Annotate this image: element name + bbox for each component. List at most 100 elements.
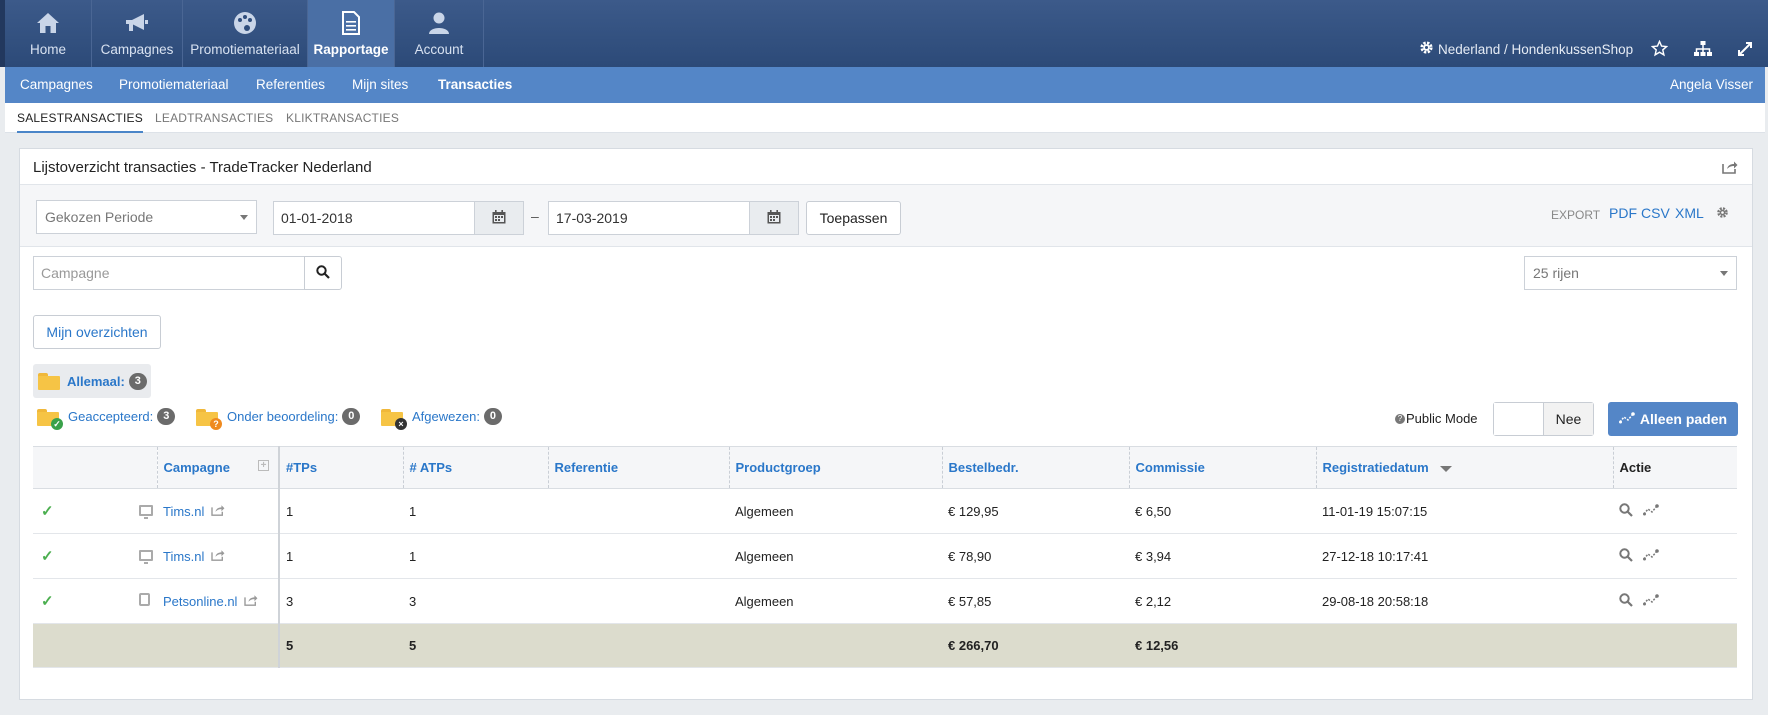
external-link-icon[interactable]: [211, 549, 225, 564]
help-icon: ?: [1395, 413, 1405, 424]
table-row: ✓ Petsonline.nl 3 3 Algemeen € 57,85 € 2,12 29-…: [33, 578, 1737, 624]
campaign-search-input[interactable]: Campagne: [33, 256, 305, 290]
path-icon[interactable]: [1643, 593, 1659, 609]
share-icon[interactable]: [1722, 160, 1738, 177]
sort-desc-icon[interactable]: [1440, 465, 1453, 472]
check-icon: ✓: [41, 548, 54, 565]
campaign-link[interactable]: Tims.nl: [163, 549, 204, 564]
col-bestelbedr[interactable]: Bestelbedr.: [941, 446, 1129, 489]
nav-campagnes-label: Campagnes: [100, 42, 174, 57]
public-mode-text: Public Mode: [1406, 411, 1478, 426]
panel-header: Lijstoverzicht transacties - TradeTracke…: [20, 149, 1752, 185]
action-cell: [1613, 533, 1737, 579]
status-all[interactable]: Allemaal: 3: [33, 364, 151, 398]
export-settings-icon[interactable]: [1716, 206, 1729, 222]
tab-kliktransacties[interactable]: KLIKTRANSACTIES: [286, 111, 399, 125]
nav-campagnes[interactable]: Campagnes: [92, 0, 183, 67]
search-icon[interactable]: [1619, 592, 1633, 610]
campaign-cell: Tims.nl: [157, 533, 280, 579]
star-icon[interactable]: [1651, 40, 1668, 57]
export-pdf-link[interactable]: PDF: [1609, 205, 1637, 221]
amount-cell: € 129,95: [942, 488, 1129, 534]
external-link-icon[interactable]: [211, 504, 225, 519]
tab-salestransacties[interactable]: SALESTRANSACTIES: [17, 111, 143, 133]
search-button[interactable]: [304, 256, 342, 290]
subnav-transacties[interactable]: Transacties: [438, 77, 512, 92]
status-pending[interactable]: ? Onder beoordeling: 0: [196, 408, 361, 430]
chevron-down-icon: [1720, 271, 1728, 276]
col-referentie[interactable]: Referentie: [547, 446, 729, 489]
check-icon: ✓: [41, 503, 54, 520]
expand-icon[interactable]: +: [258, 460, 269, 471]
atps-cell: 1: [403, 488, 548, 534]
nav-home[interactable]: Home: [5, 0, 92, 67]
nav-rapportage[interactable]: Rapportage: [308, 0, 395, 67]
subnav-promotiemateriaal[interactable]: Promotiemateriaal: [119, 77, 229, 92]
status-accepted[interactable]: ✓ Geaccepteerd: 3: [37, 408, 176, 430]
palette-icon: [233, 8, 257, 38]
calendar-to-button[interactable]: [749, 201, 799, 235]
subnav-referenties[interactable]: Referenties: [256, 77, 325, 92]
productgroup-cell: Algemeen: [729, 488, 942, 534]
status-accepted-label: Geaccepteerd:: [68, 409, 154, 424]
tps-cell: 1: [279, 488, 403, 534]
export-xml-link[interactable]: XML: [1675, 205, 1704, 221]
reference-cell: [548, 533, 729, 579]
status-all-label: Allemaal:: [67, 373, 125, 389]
public-mode-toggle[interactable]: Nee: [1493, 402, 1594, 436]
date-cell: 11-01-19 15:07:15: [1316, 488, 1613, 534]
period-select[interactable]: Gekozen Periode: [36, 200, 257, 234]
site-selector[interactable]: Nederland / HondenkussenShop: [1419, 40, 1633, 58]
search-icon[interactable]: [1619, 547, 1633, 565]
col-campagne[interactable]: Campagne +: [156, 446, 280, 489]
tablet-icon: [139, 593, 150, 606]
path-icon[interactable]: [1643, 503, 1659, 519]
totals-row: 5 5 € 266,70 € 12,56: [33, 623, 1737, 668]
calendar-from-button[interactable]: [474, 201, 524, 235]
date-to-input[interactable]: 17-03-2019: [548, 201, 750, 235]
desktop-icon: [139, 549, 153, 564]
col-registratiedatum[interactable]: Registratiedatum: [1315, 446, 1613, 489]
device-cell: [133, 578, 157, 624]
external-link-icon[interactable]: [244, 594, 258, 609]
transactions-table: Campagne + #TPs # ATPs Referentie Produc…: [33, 446, 1737, 668]
commission-cell: € 3,94: [1129, 533, 1316, 579]
folder-rejected-icon: ×: [381, 408, 407, 430]
commission-cell: € 6,50: [1129, 488, 1316, 534]
nav-account[interactable]: Account: [395, 0, 484, 67]
status-rejected[interactable]: × Afgewezen: 0: [381, 408, 502, 430]
folder-icon: [38, 373, 60, 390]
nav-promotiemateriaal-label: Promotiemateriaal: [190, 42, 300, 57]
status-pending-label: Onder beoordeling:: [227, 409, 339, 424]
total-tps: 5: [279, 623, 403, 668]
date-from-input[interactable]: 01-01-2018: [273, 201, 475, 235]
table-header-row: Campagne + #TPs # ATPs Referentie Produc…: [33, 446, 1737, 489]
gear-icon: [1419, 40, 1434, 58]
subnav-campagnes[interactable]: Campagnes: [20, 77, 93, 92]
date-cell: 27-12-18 10:17:41: [1316, 533, 1613, 579]
col-productgroep[interactable]: Productgroep: [728, 446, 942, 489]
search-icon[interactable]: [1619, 502, 1633, 520]
user-name[interactable]: Angela Visser: [1670, 77, 1753, 92]
search-icon: [316, 264, 330, 282]
export-csv-link[interactable]: CSV: [1641, 205, 1670, 221]
fullscreen-icon[interactable]: [1737, 41, 1753, 57]
col-tps[interactable]: #TPs: [279, 446, 403, 489]
path-icon[interactable]: [1643, 548, 1659, 564]
paths-only-button[interactable]: Alleen paden: [1608, 402, 1738, 436]
status-cell: ✓: [33, 533, 133, 579]
col-registratiedatum-label: Registratiedatum: [1322, 460, 1429, 475]
tab-leadtransacties[interactable]: LEADTRANSACTIES: [155, 111, 273, 125]
subnav-mijn-sites[interactable]: Mijn sites: [352, 77, 408, 92]
campaign-link[interactable]: Tims.nl: [163, 504, 204, 519]
sitemap-icon[interactable]: [1694, 41, 1712, 57]
rows-per-page-select[interactable]: 25 rijen: [1524, 256, 1737, 290]
my-overviews-button[interactable]: Mijn overzichten: [33, 315, 161, 349]
col-atps[interactable]: # ATPs: [402, 446, 548, 489]
nav-promotiemateriaal[interactable]: Promotiemateriaal: [183, 0, 308, 67]
campaign-link[interactable]: Petsonline.nl: [163, 594, 237, 609]
apply-button[interactable]: Toepassen: [806, 201, 901, 235]
total-amount: € 266,70: [942, 623, 1129, 668]
export-label: EXPORT: [1551, 208, 1601, 222]
col-commissie[interactable]: Commissie: [1128, 446, 1316, 489]
